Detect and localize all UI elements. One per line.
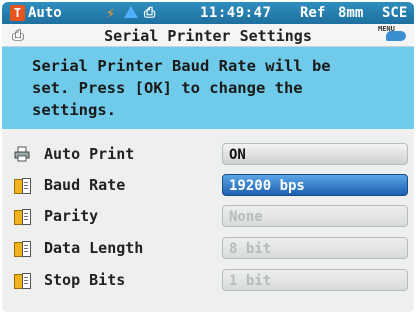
book-icon — [14, 272, 31, 289]
clock: 11:49:47 — [200, 5, 272, 21]
battery-charge-icon: ⚡ — [106, 4, 116, 22]
setting-label: Parity — [44, 207, 99, 225]
ref-indicator: Ref — [300, 5, 326, 21]
setting-value-button[interactable]: 8 bit — [222, 237, 408, 259]
setting-auto-print[interactable]: Auto Print ON — [2, 140, 414, 168]
setting-value-button[interactable]: ON — [222, 143, 408, 165]
setting-value-button[interactable]: None — [222, 205, 408, 227]
page-title: Serial Printer Settings — [104, 27, 312, 45]
setting-data-length[interactable]: Data Length 8 bit — [2, 234, 414, 262]
setting-label: Data Length — [44, 239, 144, 257]
menu-return-icon — [386, 31, 406, 41]
tab-indicator-icon: T — [10, 5, 25, 21]
setting-stop-bits[interactable]: Stop Bits 1 bit — [2, 266, 414, 294]
printer-icon — [14, 146, 30, 162]
book-icon — [14, 177, 31, 194]
specular-mode: SCE — [382, 5, 408, 21]
setting-baud-rate[interactable]: Baud Rate 19200 bps — [2, 171, 414, 199]
device-screen: T Auto ⚡ ⎙ 11:49:47 Ref 8mm SCE ⎙ Serial… — [2, 2, 414, 312]
setting-label: Stop Bits — [44, 271, 126, 289]
guidance-message: Serial Printer Baud Rate will be set. Pr… — [2, 47, 414, 129]
setting-parity[interactable]: Parity None — [2, 202, 414, 230]
measurement-mode: Auto — [28, 5, 62, 21]
measurement-area: 8mm — [338, 5, 364, 21]
connection-icon — [124, 6, 138, 18]
book-icon — [14, 208, 31, 225]
message-text: Serial Printer Baud Rate will be set. Pr… — [32, 57, 331, 119]
printer-status-icon: ⎙ — [144, 5, 156, 21]
setting-label: Auto Print — [44, 145, 135, 163]
menu-button[interactable]: MENU — [374, 24, 408, 44]
title-bar: ⎙ Serial Printer Settings MENU — [2, 24, 414, 47]
setting-value-button[interactable]: 19200 bps — [222, 174, 408, 196]
status-bar: T Auto ⚡ ⎙ 11:49:47 Ref 8mm SCE — [2, 2, 414, 24]
book-icon — [14, 240, 31, 257]
setting-label: Baud Rate — [44, 176, 126, 194]
setting-value-button[interactable]: 1 bit — [222, 269, 408, 291]
